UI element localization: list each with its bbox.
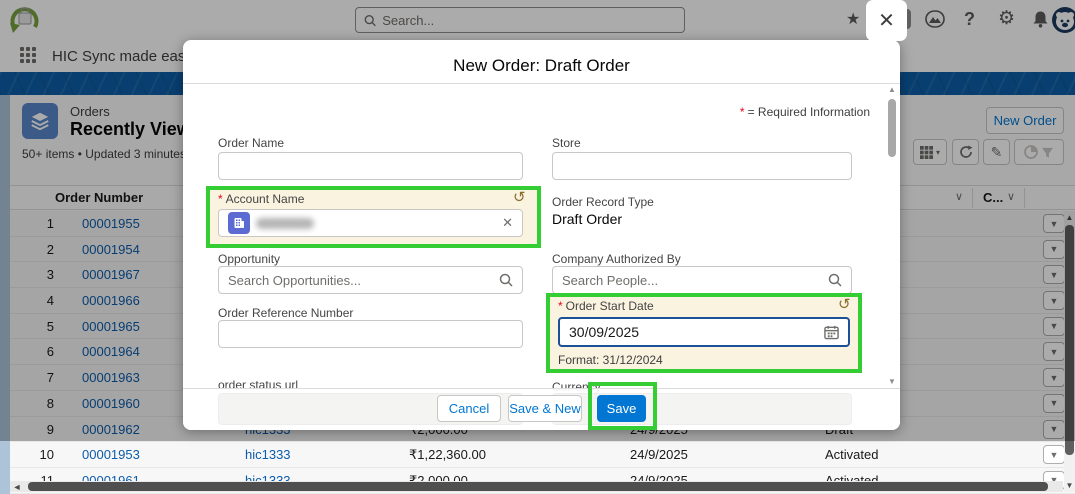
clear-x-icon[interactable]: ✕ — [502, 215, 513, 231]
order-start-date-label: * Order Start Date — [558, 299, 654, 313]
company-authorized-by-lookup[interactable]: Search People... — [552, 266, 852, 294]
order-reference-number-label: Order Reference Number — [218, 306, 354, 320]
modal-title: New Order: Draft Order — [453, 56, 630, 75]
account-pill-icon — [228, 212, 250, 234]
save-button[interactable]: Save — [597, 395, 646, 422]
order-name-input[interactable] — [218, 152, 523, 180]
order-start-date-input[interactable]: 30/09/2025 — [558, 317, 850, 347]
order-link[interactable]: 00001953 — [82, 447, 140, 462]
order-record-type-label: Order Record Type — [552, 195, 654, 209]
undo-icon[interactable]: ↺ — [513, 190, 526, 205]
table-row[interactable]: 10 00001953 hic1333 ₹1,22,360.00 24/9/2025 Ac… — [10, 442, 1075, 468]
scroll-down-icon[interactable]: ▼ — [886, 377, 898, 386]
store-label: Store — [552, 136, 581, 150]
opportunity-lookup[interactable]: Search Opportunities... — [218, 266, 523, 294]
date-format-hint: Format: 31/12/2024 — [558, 353, 663, 367]
modal-footer: Cancel Save & New Save — [183, 388, 900, 430]
scroll-down-icon[interactable]: ▼ — [1064, 481, 1075, 490]
calendar-icon[interactable] — [824, 325, 839, 340]
account-name-redacted-value — [256, 217, 314, 229]
account-name-label: * Account Name — [218, 192, 305, 206]
save-and-new-button[interactable]: Save & New — [508, 395, 582, 422]
search-icon — [828, 273, 842, 287]
store-input[interactable] — [552, 152, 852, 180]
modal-scrollbar[interactable]: ▲ ▼ — [886, 85, 898, 386]
account-name-lookup[interactable]: ✕ — [218, 209, 523, 237]
close-icon[interactable]: ✕ — [866, 0, 907, 41]
opportunity-label: Opportunity — [218, 252, 281, 266]
divider — [183, 83, 900, 84]
horizontal-scrollbar-thumb[interactable] — [28, 482, 1048, 491]
scroll-up-icon[interactable]: ▲ — [886, 85, 898, 94]
horizontal-scrollbar[interactable]: ◄ — [10, 481, 1063, 492]
cancel-button[interactable]: Cancel — [437, 395, 501, 422]
company-authorized-by-label: Company Authorized By — [552, 252, 681, 266]
search-icon — [499, 273, 513, 287]
account-link[interactable]: hic1333 — [245, 447, 291, 462]
scroll-left-icon[interactable]: ◄ — [10, 482, 24, 492]
undo-icon[interactable]: ↺ — [838, 297, 851, 312]
order-record-type-value: Draft Order — [552, 211, 623, 227]
order-name-label: Order Name — [218, 136, 285, 150]
order-reference-number-input[interactable] — [218, 320, 523, 348]
row-actions-button[interactable]: ▼ — [1043, 445, 1065, 465]
required-info-note: * = Required Information — [739, 105, 870, 119]
modal-scrollbar-thumb[interactable] — [888, 99, 896, 157]
new-order-modal: New Order: Draft Order * = Required Infor… — [183, 40, 900, 430]
